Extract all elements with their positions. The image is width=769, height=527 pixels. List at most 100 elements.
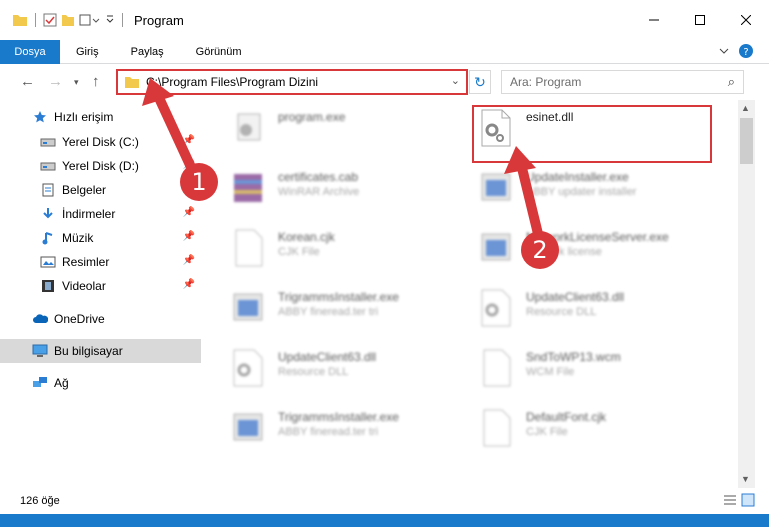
file-name: Korean.cjk — [278, 230, 335, 244]
search-icon[interactable]: ⌕ — [728, 74, 735, 90]
highlight-box — [472, 105, 712, 163]
tab-giris[interactable]: Giriş — [60, 46, 115, 58]
file-type: WinRAR Archive — [278, 186, 360, 198]
search-box[interactable]: Ara: Program ⌕ — [501, 70, 744, 94]
document-icon — [40, 182, 56, 198]
file-item[interactable]: certificates.cab WinRAR Archive — [206, 160, 456, 216]
file-item[interactable]: SndToWP13.wcm WCM File — [454, 340, 704, 396]
file-item[interactable]: UpdateInstaller.exe ABBY updater install… — [454, 160, 704, 216]
svg-text:?: ? — [743, 47, 748, 58]
refresh-icon: ↻ — [474, 73, 486, 90]
tab-dosya[interactable]: Dosya — [0, 39, 60, 64]
file-name: program.exe — [278, 110, 346, 124]
address-path[interactable]: C:\Program Files\Program Dizini — [146, 75, 318, 89]
sidebar-item-documents[interactable]: Belgeler 📌 — [0, 178, 201, 202]
file-item[interactable]: TrigrammsInstaller.exe ABBY fineread.ter… — [206, 280, 456, 336]
sidebar-item-onedrive[interactable]: OneDrive — [0, 307, 201, 331]
file-item[interactable]: NetworkLicenseServer.exe network license — [454, 220, 704, 276]
address-row: ← → ▾ ↑ C:\Program Files\Program Dizini … — [0, 65, 769, 99]
scroll-up-icon[interactable]: ▲ — [741, 103, 750, 113]
sidebar-item-disk-d[interactable]: Yerel Disk (D:) 📌 — [0, 154, 201, 178]
sidebar-item-music[interactable]: Müzik 📌 — [0, 226, 201, 250]
folder-icon — [125, 77, 139, 88]
file-type: ABBY updater installer — [526, 186, 637, 198]
dll-gear-icon — [233, 349, 263, 387]
title-bar: Program — [0, 0, 769, 40]
file-item[interactable]: TrigrammsInstaller.exe ABBY fineread.ter… — [206, 400, 456, 456]
pin-icon[interactable]: 📌 — [183, 135, 195, 146]
pin-icon[interactable]: 📌 — [183, 255, 195, 266]
file-item[interactable]: program.exe — [206, 100, 456, 156]
chevron-down-icon[interactable] — [105, 13, 115, 27]
scroll-down-icon[interactable]: ▼ — [741, 474, 750, 484]
navigation-pane: Hızlı erişim Yerel Disk (C:) 📌 Yerel Dis… — [0, 100, 204, 488]
chevron-down-icon[interactable] — [719, 46, 729, 56]
exe-icon — [233, 413, 263, 441]
sidebar-item-label: Bu bilgisayar — [54, 344, 123, 358]
sidebar-item-label: Belgeler — [62, 183, 107, 197]
pin-icon[interactable]: 📌 — [183, 207, 195, 218]
dll-gear-icon — [481, 289, 511, 327]
maximize-button[interactable] — [677, 0, 723, 40]
sidebar-item-downloads[interactable]: İndirmeler 📌 — [0, 202, 201, 226]
file-icon — [483, 349, 511, 387]
exe-icon — [237, 113, 261, 141]
sidebar-item-label: İndirmeler — [62, 207, 116, 221]
exe-icon — [481, 173, 511, 201]
new-folder-icon[interactable] — [61, 13, 75, 27]
sidebar-item-label: Hızlı erişim — [54, 110, 114, 124]
pictures-icon — [40, 254, 56, 270]
sidebar-item-pictures[interactable]: Resimler 📌 — [0, 250, 201, 274]
file-name: UpdateClient63.dll — [278, 350, 377, 364]
recent-dropdown-icon[interactable]: ▾ — [74, 77, 79, 88]
file-type: ABBY fineread.ter tri — [278, 426, 379, 438]
star-icon — [32, 109, 48, 125]
file-type: CJK File — [278, 246, 320, 258]
file-type: ABBY fineread.ter tri — [278, 306, 379, 318]
file-item[interactable]: UpdateClient63.dll Resource DLL — [206, 340, 456, 396]
sidebar-item-videos[interactable]: Videolar 📌 — [0, 274, 201, 298]
network-icon — [32, 375, 48, 391]
sidebar-item-label: Ağ — [54, 376, 69, 390]
pin-icon[interactable]: 📌 — [183, 231, 195, 242]
scrollbar-thumb[interactable] — [740, 118, 753, 164]
file-type: Resource DLL — [526, 306, 597, 318]
folder-icon — [13, 15, 27, 26]
properties-icon[interactable] — [43, 13, 57, 27]
exe-icon — [233, 293, 263, 321]
music-icon — [40, 230, 56, 246]
sidebar-item-disk-c[interactable]: Yerel Disk (C:) 📌 — [0, 130, 201, 154]
download-icon — [40, 206, 56, 222]
file-name: DefaultFont.cjk — [526, 410, 607, 424]
file-name: UpdateInstaller.exe — [526, 170, 629, 184]
search-placeholder[interactable]: Ara: Program — [510, 75, 581, 89]
details-view-icon[interactable] — [723, 493, 737, 507]
tiles-view-icon[interactable] — [741, 493, 755, 507]
help-icon[interactable]: ? — [739, 44, 753, 58]
file-item[interactable]: DefaultFont.cjk CJK File — [454, 400, 704, 456]
callout-step-2: 2 — [521, 231, 559, 269]
file-item[interactable]: UpdateClient63.dll Resource DLL — [454, 280, 704, 336]
sidebar-item-quick-access[interactable]: Hızlı erişim — [0, 105, 201, 129]
close-button[interactable] — [723, 0, 769, 40]
tab-paylas[interactable]: Paylaş — [115, 46, 180, 58]
pin-icon[interactable]: 📌 — [183, 279, 195, 290]
sidebar-item-this-pc[interactable]: Bu bilgisayar — [0, 339, 201, 363]
address-bar[interactable]: C:\Program Files\Program Dizini ⌄ — [116, 69, 468, 95]
forward-arrow-icon[interactable]: → — [48, 73, 63, 90]
refresh-button[interactable]: ↻ — [469, 70, 491, 94]
quick-access-toolbar — [12, 13, 126, 27]
tab-gorunum[interactable]: Görünüm — [180, 46, 258, 58]
file-type: Resource DLL — [278, 366, 349, 378]
sidebar-item-network[interactable]: Ağ — [0, 371, 201, 395]
chevron-down-icon[interactable]: ⌄ — [451, 74, 460, 87]
vertical-scrollbar[interactable]: ▲ ▼ — [738, 100, 755, 488]
view-icon[interactable] — [79, 13, 101, 27]
up-arrow-icon[interactable]: ↑ — [92, 73, 100, 90]
file-item[interactable]: Korean.cjk CJK File — [206, 220, 456, 276]
sidebar-item-label: Videolar — [62, 279, 106, 293]
callout-step-1: 1 — [180, 163, 218, 201]
minimize-button[interactable] — [631, 0, 677, 40]
window-title: Program — [134, 12, 184, 28]
back-arrow-icon[interactable]: ← — [20, 73, 35, 90]
